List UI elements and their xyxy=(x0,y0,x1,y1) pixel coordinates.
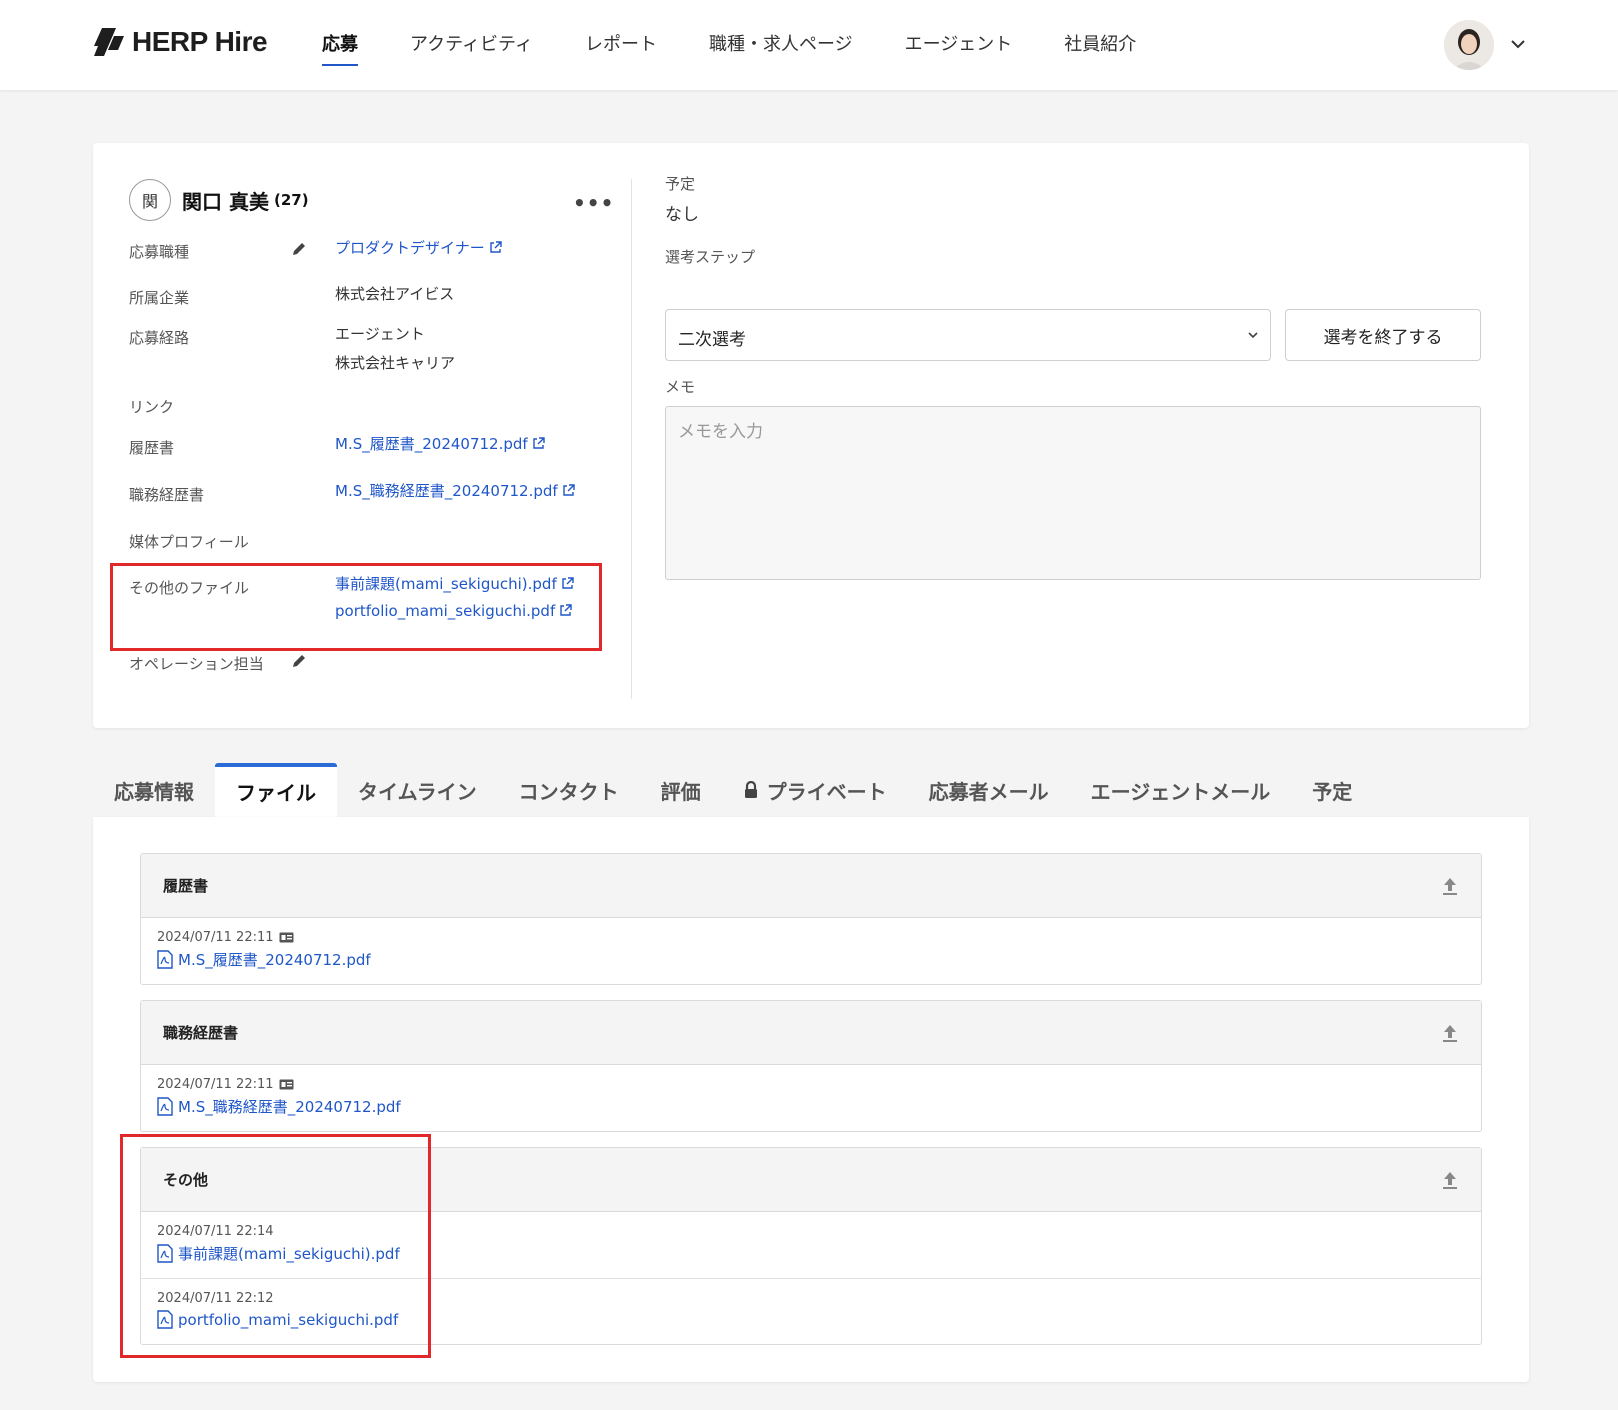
file-date: 2024/07/11 22:11 xyxy=(157,930,274,945)
resume-value[interactable]: M.S_履歴書_20240712.pdf xyxy=(335,430,545,459)
main-nav: 応募 アクティビティ レポート 職種・求人ページ エージェント 社員紹介 xyxy=(322,30,1188,66)
tab-files[interactable]: ファイル xyxy=(215,763,337,817)
tab-private-label: プライベート xyxy=(766,779,887,804)
candidate-tabs: 応募情報 ファイル タイムライン コンタクト 評価 プライベート 応募者メール … xyxy=(93,763,1529,817)
tab-contact[interactable]: コンタクト xyxy=(498,763,640,817)
pdf-file-icon xyxy=(157,950,173,969)
nav-item-jobs[interactable]: 職種・求人ページ xyxy=(709,30,853,62)
external-link-icon xyxy=(490,241,502,253)
company-value: 株式会社アイビス xyxy=(335,285,455,303)
resume-link[interactable]: M.S_履歴書_20240712.pdf xyxy=(335,435,528,453)
operation-label: オペレーション担当 xyxy=(129,655,264,673)
file-entry: 2024/07/11 22:11 M.S_履歴書_20240712.pdf xyxy=(141,918,1481,984)
tab-agent-mail[interactable]: エージェントメール xyxy=(1070,763,1292,817)
source-label: 応募経路 xyxy=(129,329,190,347)
resume-label: 履歴書 xyxy=(129,439,175,457)
chevron-down-icon xyxy=(1248,332,1258,339)
user-avatar[interactable] xyxy=(1444,20,1494,70)
candidate-name: 関口 真美 xyxy=(182,189,269,214)
step-label: 選考ステップ xyxy=(665,248,756,266)
memo-textarea[interactable]: メモを入力 xyxy=(665,406,1481,580)
file-name: M.S_履歴書_20240712.pdf xyxy=(178,951,371,969)
upload-icon[interactable] xyxy=(1441,1023,1459,1043)
candidate-info: 関 関口 真美 (27) ••• 応募職種 プロダクトデザイナー 所属企業 株式… xyxy=(129,179,613,673)
tab-schedule[interactable]: 予定 xyxy=(1291,763,1373,817)
tab-evaluation[interactable]: 評価 xyxy=(640,763,722,817)
column-divider xyxy=(631,179,632,699)
file-entry: 2024/07/11 22:11 M.S_職務経歴書_20240712.pdf xyxy=(141,1065,1481,1131)
source-value-2: 株式会社キャリア xyxy=(335,354,456,372)
external-link-icon xyxy=(562,484,575,496)
avatar-portrait-icon xyxy=(1444,20,1494,70)
cv-label: 職務経歴書 xyxy=(129,486,205,504)
tab-timeline[interactable]: タイムライン xyxy=(337,763,498,817)
file-date: 2024/07/11 22:11 xyxy=(157,1077,274,1092)
logo-text: HERP Hire xyxy=(132,26,268,57)
herp-hire-logo[interactable]: HERP Hire xyxy=(92,26,268,58)
file-date-row: 2024/07/11 22:11 xyxy=(157,930,1481,945)
herp-logo-icon xyxy=(94,28,124,56)
nav-item-activity[interactable]: アクティビティ xyxy=(410,30,533,62)
step-select-value: 二次選考 xyxy=(678,330,746,350)
candidate-initial: 関 xyxy=(129,179,171,221)
tab-candidate-mail[interactable]: 応募者メール xyxy=(908,763,1070,817)
highlight-box-other-files xyxy=(110,563,602,651)
file-section-resume: 履歴書 2024/07/11 22:11 M.S_履歴書_20240712.pd… xyxy=(140,853,1482,985)
pencil-icon[interactable] xyxy=(291,241,307,257)
file-name: M.S_職務経歴書_20240712.pdf xyxy=(178,1098,401,1116)
top-navigation-bar: HERP Hire 応募 アクティビティ レポート 職種・求人ページ エージェン… xyxy=(0,0,1618,90)
pencil-icon[interactable] xyxy=(291,653,307,669)
upload-icon[interactable] xyxy=(1441,1170,1459,1190)
step-select[interactable]: 二次選考 xyxy=(665,309,1271,361)
link-label: リンク xyxy=(129,398,175,416)
cv-value[interactable]: M.S_職務経歴書_20240712.pdf xyxy=(335,477,575,506)
tab-application-info[interactable]: 応募情報 xyxy=(93,763,215,817)
position-link[interactable]: プロダクトデザイナー xyxy=(335,239,485,257)
cv-link[interactable]: M.S_職務経歴書_20240712.pdf xyxy=(335,482,558,500)
candidate-age: (27) xyxy=(273,191,309,209)
id-card-icon xyxy=(279,932,294,943)
file-section-cv: 職務経歴書 2024/07/11 22:11 M.S_職務経歴書_2024071… xyxy=(140,1000,1482,1132)
position-label: 応募職種 xyxy=(129,243,190,261)
file-section-title: 履歴書 xyxy=(163,877,209,895)
tab-private[interactable]: プライベート xyxy=(722,763,908,817)
nav-item-applications[interactable]: 応募 xyxy=(322,30,358,66)
end-selection-button[interactable]: 選考を終了する xyxy=(1285,309,1481,361)
file-section-title: 職務経歴書 xyxy=(163,1024,239,1042)
pdf-file-icon xyxy=(157,1097,173,1116)
memo-label: メモ xyxy=(665,378,696,396)
file-date-row: 2024/07/11 22:11 xyxy=(157,1077,1481,1092)
file-link[interactable]: M.S_履歴書_20240712.pdf xyxy=(157,949,1481,970)
position-value[interactable]: プロダクトデザイナー xyxy=(335,234,502,263)
lock-icon xyxy=(744,781,757,798)
candidate-name-row: 関 関口 真美 (27) xyxy=(129,179,599,221)
id-card-icon xyxy=(279,1079,294,1090)
nav-item-referrals[interactable]: 社員紹介 xyxy=(1064,30,1136,62)
media-profile-label: 媒体プロフィール xyxy=(129,533,249,551)
highlight-box-other-section xyxy=(120,1134,431,1358)
file-section-header: 職務経歴書 xyxy=(141,1001,1481,1065)
chevron-down-icon[interactable] xyxy=(1508,34,1528,54)
file-section-header: 履歴書 xyxy=(141,854,1481,918)
schedule-value: なし xyxy=(665,205,699,225)
upload-icon[interactable] xyxy=(1441,876,1459,896)
file-link[interactable]: M.S_職務経歴書_20240712.pdf xyxy=(157,1096,1481,1117)
external-link-icon xyxy=(532,437,545,449)
nav-item-reports[interactable]: レポート xyxy=(585,30,657,62)
company-label: 所属企業 xyxy=(129,289,190,307)
nav-item-agents[interactable]: エージェント xyxy=(905,30,1013,62)
more-options-icon[interactable]: ••• xyxy=(573,191,614,215)
source-value-1: エージェント xyxy=(335,325,425,343)
schedule-label: 予定 xyxy=(665,175,696,193)
